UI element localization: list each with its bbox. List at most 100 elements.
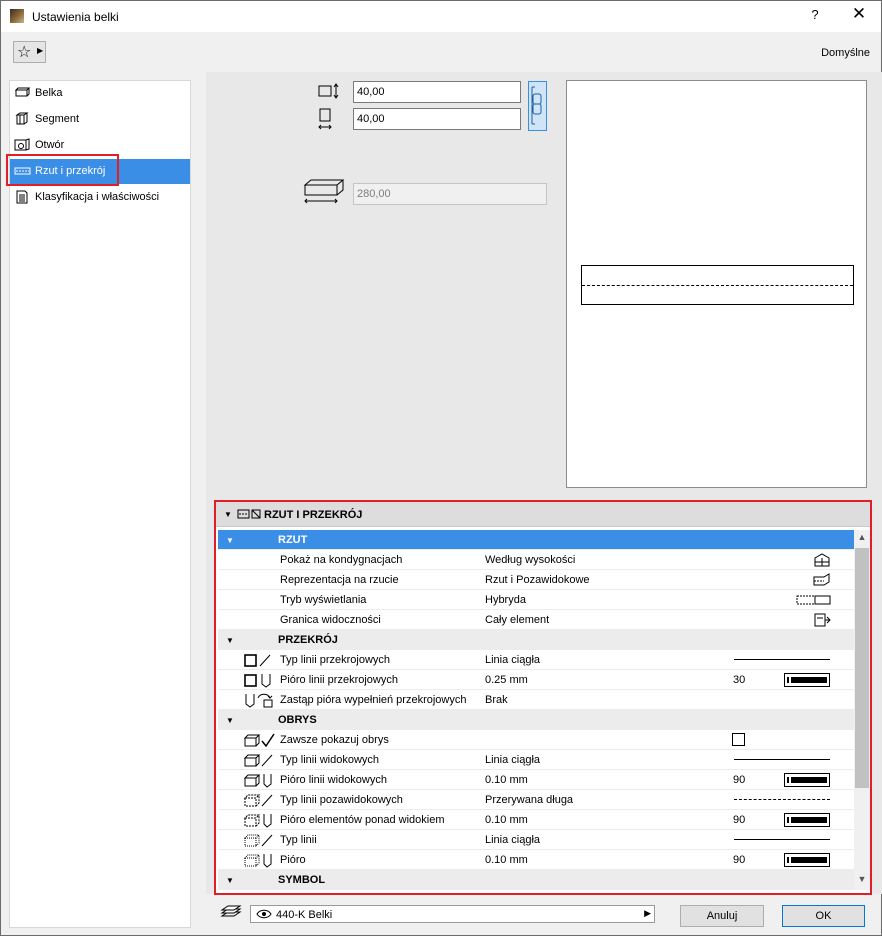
row-label: Pokaż na kondygnacjach	[280, 554, 403, 566]
collapse-triangle-icon: ▼	[226, 536, 234, 545]
beam-length-icon	[303, 179, 345, 204]
sidebar-item-label: Klasyfikacja i właściwości	[35, 191, 160, 203]
row-value[interactable]: Linia ciągła	[485, 834, 540, 846]
row-value[interactable]: Rzut i Pozawidokowe	[485, 574, 590, 586]
settings-list: ▼ RZUT Pokaż na kondygnacjach Według wys…	[218, 530, 854, 890]
selection-highlight-box	[6, 154, 119, 186]
row-label: Zawsze pokazuj obrys	[280, 734, 389, 746]
row-display-mode[interactable]: Tryb wyświetlania Hybryda	[218, 590, 854, 610]
row-label: Pióro linii widokowych	[280, 774, 387, 786]
star-icon: ☆	[17, 44, 32, 61]
dashed-line-preview	[734, 799, 830, 800]
sidebar-item-label: Belka	[35, 87, 63, 99]
row-cut-line-pen[interactable]: Pióro linii przekrojowych 0.25 mm 30	[218, 670, 854, 690]
row-label: Typ linii przekrojowych	[280, 654, 391, 666]
always-show-outline-checkbox[interactable]	[732, 733, 745, 746]
sidebar-item-label: Otwór	[35, 139, 65, 151]
row-value[interactable]: 0.10 mm	[485, 854, 528, 866]
chain-link-icon	[531, 86, 542, 125]
scroll-down-icon[interactable]: ▼	[854, 874, 870, 888]
stories-icon	[814, 553, 830, 567]
help-button[interactable]: ?	[807, 7, 823, 25]
floorplan-section-icon	[237, 509, 261, 519]
row-label: Pióro elementów ponad widokiem	[280, 814, 445, 826]
sidebar-item-klasyfikacja[interactable]: Klasyfikacja i właściwości	[10, 185, 190, 210]
beam-length-field: 280,00	[353, 183, 547, 205]
pen-color-swatch[interactable]	[784, 673, 830, 687]
beam-width-field[interactable]: 40,00	[353, 81, 521, 103]
segment-icon	[15, 112, 29, 125]
row-label: Typ linii pozawidokowych	[280, 794, 403, 806]
cut-line-type-icon	[244, 654, 271, 667]
chevron-right-icon: ▶	[37, 46, 44, 55]
row-value[interactable]: Linia ciągła	[485, 654, 540, 666]
sidebar-item-belka[interactable]: Belka	[10, 81, 190, 106]
scroll-up-icon[interactable]: ▲	[854, 532, 870, 546]
beam-icon	[14, 87, 31, 97]
row-floor-plan-display[interactable]: Reprezentacja na rzucie Rzut i Pozawidok…	[218, 570, 854, 590]
section-symbol[interactable]: ▼ SYMBOL	[218, 870, 854, 890]
favorites-button[interactable]: ☆ ▶	[13, 41, 46, 63]
row-value[interactable]: Linia ciągła	[485, 754, 540, 766]
row-value[interactable]: Według wysokości	[485, 554, 575, 566]
row-show-on-stories[interactable]: Pokaż na kondygnacjach Według wysokości	[218, 550, 854, 570]
cancel-button[interactable]: Anuluj	[680, 905, 764, 927]
row-label: Granica widoczności	[280, 614, 381, 626]
section-title: RZUT	[278, 534, 308, 546]
row-label: Pióro linii przekrojowych	[280, 674, 398, 686]
pen-color-swatch[interactable]	[784, 853, 830, 867]
ok-button[interactable]: OK	[782, 905, 865, 927]
row-label: Typ linii	[280, 834, 317, 846]
panel-scrollbar[interactable]: ▲ ▼	[854, 530, 870, 890]
pen-number[interactable]: 30	[733, 674, 745, 686]
close-button[interactable]: ✕	[850, 4, 868, 26]
floorplan-section-panel: ▼ RZUT I PRZEKRÓJ ▼ RZUT Pokaż na kondyg…	[214, 500, 872, 895]
solid-line-preview	[734, 659, 830, 660]
collapse-triangle-icon: ▼	[224, 510, 232, 519]
row-value[interactable]: 0.10 mm	[485, 814, 528, 826]
pen-color-swatch[interactable]	[784, 773, 830, 787]
row-override-cut-fill-pens[interactable]: Zastąp pióra wypełnień przekrojowych Bra…	[218, 690, 854, 710]
beam-height-field[interactable]: 40,00	[353, 108, 521, 130]
classification-icon	[16, 190, 28, 204]
row-value[interactable]: Przerywana długa	[485, 794, 573, 806]
row-value[interactable]: Cały element	[485, 614, 549, 626]
row-always-show-outline[interactable]: Zawsze pokazuj obrys	[218, 730, 854, 750]
row-value[interactable]: Brak	[485, 694, 508, 706]
row-uncut-line-pen[interactable]: Pióro linii widokowych 0.10 mm 90	[218, 770, 854, 790]
uncut-line-type-icon	[243, 754, 273, 767]
pen-color-swatch[interactable]	[784, 813, 830, 827]
row-value[interactable]: Hybryda	[485, 594, 526, 606]
row-label: Typ linii widokowych	[280, 754, 380, 766]
panel-title: RZUT I PRZEKRÓJ	[264, 509, 363, 521]
overhead-line-type-icon	[243, 794, 273, 807]
row-overhead-line-pen[interactable]: Pióro elementów ponad widokiem 0.10 mm 9…	[218, 810, 854, 830]
row-cut-line-type[interactable]: Typ linii przekrojowych Linia ciągła	[218, 650, 854, 670]
row-value[interactable]: 0.10 mm	[485, 774, 528, 786]
scroll-thumb[interactable]	[855, 548, 869, 788]
pen-number[interactable]: 90	[733, 854, 745, 866]
section-rzut[interactable]: ▼ RZUT	[218, 530, 854, 550]
row-value[interactable]: 0.25 mm	[485, 674, 528, 686]
pen-number[interactable]: 90	[733, 814, 745, 826]
pen-number[interactable]: 90	[733, 774, 745, 786]
row-label: Tryb wyświetlania	[280, 594, 367, 606]
link-dimensions-button[interactable]	[528, 81, 547, 131]
section-przekroj[interactable]: ▼ PRZEKRÓJ	[218, 630, 854, 650]
archicad-app-icon	[10, 9, 24, 23]
row-hidden-line-pen[interactable]: Pióro 0.10 mm 90	[218, 850, 854, 870]
row-show-projection[interactable]: Granica widoczności Cały element	[218, 610, 854, 630]
beam-axis-line	[582, 285, 853, 286]
beam-preview	[566, 80, 867, 488]
beam-width-icon	[318, 83, 339, 99]
row-label: Pióro	[280, 854, 306, 866]
layer-selector[interactable]: 440-K Belki ▶	[250, 905, 655, 923]
row-overhead-line-type[interactable]: Typ linii pozawidokowych Przerywana dług…	[218, 790, 854, 810]
plan-display-icon	[813, 573, 830, 586]
row-uncut-line-type[interactable]: Typ linii widokowych Linia ciągła	[218, 750, 854, 770]
sidebar-item-segment[interactable]: Segment	[10, 107, 190, 132]
panel-header[interactable]: ▼ RZUT I PRZEKRÓJ	[216, 502, 870, 527]
section-obrys[interactable]: ▼ OBRYS	[218, 710, 854, 730]
row-hidden-line-type[interactable]: Typ linii Linia ciągła	[218, 830, 854, 850]
beam-plan-preview-shape	[581, 265, 854, 305]
